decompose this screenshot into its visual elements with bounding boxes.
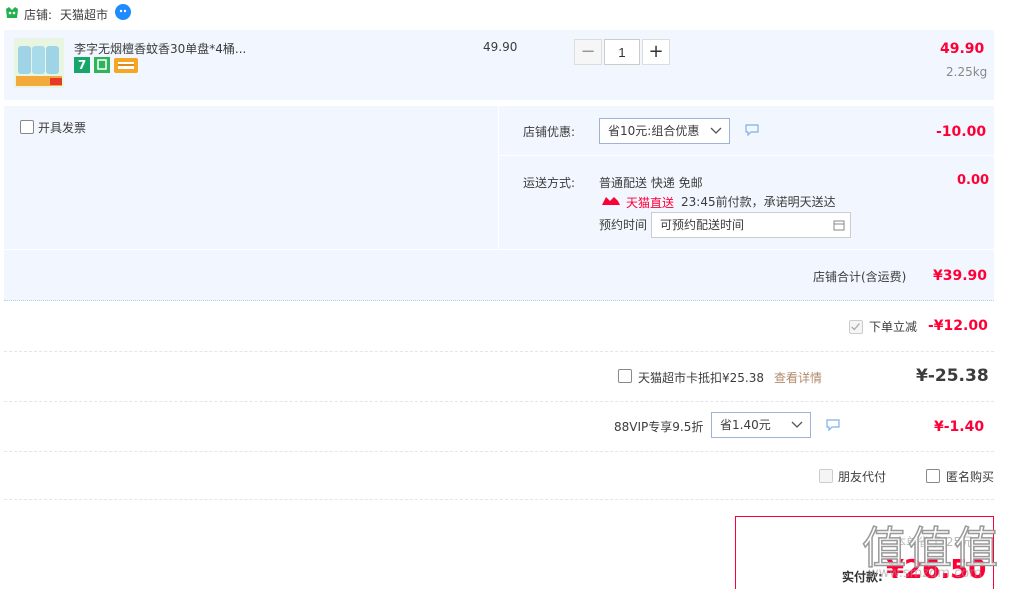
item-weight: 2.25kg bbox=[946, 65, 988, 79]
panel-separator-bottom bbox=[4, 249, 994, 250]
store-discount-selected: 省10元:组合优惠 bbox=[608, 124, 700, 138]
store-total-label: 店铺合计(含运费) bbox=[813, 270, 907, 284]
panel-separator bbox=[498, 106, 499, 249]
card-payment-icon bbox=[114, 58, 138, 73]
store-discount-label: 店铺优惠: bbox=[523, 125, 576, 139]
store-discount-amount: -10.00 bbox=[936, 124, 987, 140]
vip-selected: 省1.40元 bbox=[720, 418, 771, 432]
message-icon[interactable] bbox=[826, 419, 840, 431]
item-total-price: 49.90 bbox=[940, 41, 985, 57]
invoice-checkbox[interactable] bbox=[20, 120, 34, 134]
appointment-label: 预约时间 bbox=[599, 218, 648, 232]
shop-name-link[interactable]: 天猫超市 bbox=[60, 6, 108, 23]
unit-price: 49.90 bbox=[483, 40, 518, 54]
appointment-placeholder: 可预约配送时间 bbox=[660, 218, 745, 232]
watermark-url: www.smzdm.com bbox=[868, 566, 982, 581]
tmall-express-brand: 天猫直送 bbox=[626, 196, 675, 210]
friend-pay-label: 朋友代付 bbox=[838, 470, 887, 484]
shipping-method: 普通配送 快递 免邮 bbox=[599, 176, 703, 190]
product-thumbnail[interactable] bbox=[14, 38, 64, 88]
card-deduct-details-link[interactable]: 查看详情 bbox=[774, 369, 822, 386]
appointment-time-input[interactable]: 可预约配送时间 bbox=[651, 212, 851, 238]
tmall-shop-icon bbox=[6, 7, 18, 18]
order-discount-amount: -¥12.00 bbox=[928, 318, 988, 334]
delivery-promise: 23:45前付款，承诺明天送达 bbox=[681, 195, 836, 209]
friend-pay-checkbox[interactable] bbox=[819, 469, 833, 483]
chevron-down-icon bbox=[710, 127, 722, 134]
store-discount-select[interactable]: 省10元:组合优惠 bbox=[599, 118, 730, 144]
product-title-link[interactable]: 李字无烟檀香蚊香30单盘*4桶... bbox=[74, 40, 246, 57]
calendar-icon bbox=[833, 220, 845, 231]
vip-discount-select[interactable]: 省1.40元 bbox=[711, 412, 811, 438]
store-total-amount: ¥39.90 bbox=[933, 268, 988, 284]
chevron-down-icon bbox=[791, 421, 803, 428]
wangwang-chat-icon[interactable] bbox=[115, 4, 131, 20]
anonymous-label: 匿名购买 bbox=[946, 470, 995, 484]
message-icon[interactable] bbox=[745, 124, 759, 136]
panel-separator-horizontal bbox=[498, 155, 994, 156]
divider bbox=[4, 499, 994, 500]
card-deduct-amount: ¥-25.38 bbox=[916, 366, 989, 386]
checkout-page: 店铺: 天猫超市 李字无烟檀香蚊香30单盘*4桶... 7 49.90 − + … bbox=[0, 0, 1012, 589]
vip-label: 88VIP专享9.5折 bbox=[614, 420, 704, 434]
order-discount-checkbox[interactable] bbox=[849, 320, 863, 334]
tmall-express-icon bbox=[602, 197, 620, 205]
quantity-input[interactable] bbox=[604, 39, 640, 65]
divider bbox=[4, 351, 994, 352]
invoice-label: 开具发票 bbox=[38, 121, 87, 135]
card-deduct-checkbox[interactable] bbox=[618, 369, 632, 383]
vip-amount: ¥-1.40 bbox=[934, 419, 985, 435]
order-discount-label: 下单立减 bbox=[869, 320, 918, 334]
card-deduct-label: 天猫超市卡抵扣¥25.38 bbox=[638, 371, 764, 385]
anonymous-checkbox[interactable] bbox=[926, 469, 940, 483]
guarantee-badge-icon bbox=[94, 57, 110, 73]
quantity-decrease-button[interactable]: − bbox=[574, 39, 602, 65]
seven-day-return-badge: 7 bbox=[74, 57, 90, 73]
shipping-amount: 0.00 bbox=[957, 173, 990, 188]
shop-label: 店铺: bbox=[24, 8, 53, 22]
quantity-increase-button[interactable]: + bbox=[642, 39, 670, 65]
shipping-label: 运送方式: bbox=[523, 176, 576, 190]
divider bbox=[4, 451, 994, 452]
divider bbox=[4, 401, 994, 402]
